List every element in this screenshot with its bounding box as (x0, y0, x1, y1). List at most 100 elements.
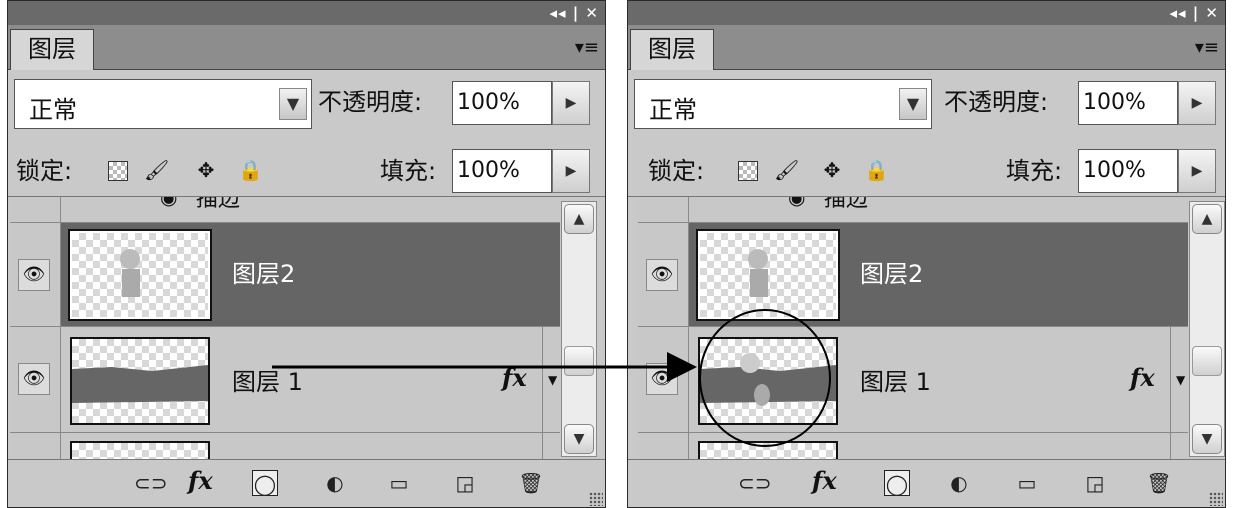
lock-transparency-icon[interactable] (738, 161, 758, 181)
layers-list: ◉ 描边 👁 图层2 👁 图层 1 fx ▼ (10, 197, 560, 459)
layer-thumbnail (698, 337, 838, 425)
layer-row-layer2[interactable]: 👁 图层2 (638, 223, 1188, 327)
layer-thumbnail (698, 441, 838, 459)
panel-menu-icon[interactable]: ▾≡ (1195, 37, 1219, 58)
blend-mode-select[interactable]: 正常 ▼ (14, 79, 312, 129)
blend-mode-select[interactable]: 正常 ▼ (634, 79, 932, 129)
visibility-eye-icon[interactable]: 👁 (18, 363, 50, 395)
layers-scrollbar[interactable]: ▲ ▼ (561, 201, 597, 457)
link-layers-icon[interactable]: ⊂⊃ (134, 470, 168, 496)
scroll-thumb[interactable] (1192, 346, 1222, 376)
fx-icon[interactable]: fx (812, 466, 837, 495)
layer-effects-fx-icon[interactable]: fx (1130, 363, 1155, 392)
add-mask-icon[interactable]: ◯ (884, 470, 910, 496)
layer-thumbnail (70, 337, 210, 425)
adjustment-layer-icon[interactable]: ◐ (946, 470, 972, 496)
trash-icon[interactable]: 🗑 (518, 470, 544, 496)
tab-strip: 图层 ▾≡ (8, 25, 605, 70)
layer-thumbnail (696, 229, 840, 321)
layers-list: ◉ 描边 👁 图层2 👁 图层 1 fx ▼ (638, 197, 1188, 459)
layer-name[interactable]: 图层2 (860, 259, 923, 289)
blend-mode-value: 正常 (29, 96, 77, 124)
ground-with-figure-icon (700, 353, 836, 406)
scroll-up-icon[interactable]: ▲ (1192, 204, 1222, 234)
fill-stepper-button[interactable]: ▶ (1178, 149, 1216, 193)
opacity-label: 不透明度: (944, 88, 1049, 116)
panel-menu-icon[interactable]: ▾≡ (575, 37, 599, 58)
fill-input[interactable]: 100% (452, 149, 552, 193)
opacity-input[interactable]: 100% (1078, 81, 1178, 125)
partial-layer-label: 描边 (196, 197, 241, 212)
scroll-thumb[interactable] (564, 346, 594, 376)
figure-icon (748, 249, 768, 297)
visibility-eye-icon[interactable]: 👁 (646, 363, 678, 395)
chevron-down-icon[interactable]: ▼ (279, 88, 307, 120)
layers-scrollbar[interactable]: ▲ ▼ (1189, 201, 1225, 457)
lock-label: 锁定: (16, 157, 73, 185)
adjustment-layer-icon[interactable]: ◐ (322, 470, 348, 496)
lock-transparency-icon[interactable] (108, 161, 128, 181)
fx-icon[interactable]: fx (188, 466, 213, 495)
opacity-label: 不透明度: (318, 88, 423, 116)
layer-row-partial-bottom[interactable] (10, 433, 560, 459)
chevron-down-icon[interactable]: ▼ (899, 88, 927, 120)
scroll-down-icon[interactable]: ▼ (1192, 424, 1222, 454)
add-mask-icon[interactable]: ◯ (252, 470, 278, 496)
layer-row-layer1[interactable]: 👁 图层 1 fx ▼ (638, 327, 1188, 433)
collapse-close-controls[interactable]: ◂◂ | ✕ (1169, 3, 1219, 23)
scroll-down-icon[interactable]: ▼ (564, 424, 594, 454)
opacity-input[interactable]: 100% (452, 81, 552, 125)
layers-panel-right: ◂◂ | ✕ 图层 ▾≡ 正常 ▼ 不透明度: 100% ▶ 锁定: 🖌 ✥ 🔒… (627, 0, 1226, 508)
fill-label: 填充: (1006, 157, 1063, 185)
opacity-stepper-button[interactable]: ▶ (1178, 81, 1216, 125)
fill-label: 填充: (380, 157, 437, 185)
collapse-close-controls[interactable]: ◂◂ | ✕ (549, 3, 599, 23)
lock-pixels-brush-icon[interactable]: 🖌 (774, 158, 799, 182)
lock-all-icon[interactable]: 🔒 (238, 158, 263, 182)
tab-layers[interactable]: 图层 (10, 29, 94, 70)
partial-layer-row[interactable]: ◉ 描边 (638, 197, 1188, 223)
layer-row-partial-bottom[interactable] (638, 433, 1188, 459)
opacity-stepper-button[interactable]: ▶ (552, 81, 590, 125)
layer-thumbnail (70, 441, 210, 459)
visibility-eye-icon[interactable]: 👁 (646, 259, 678, 291)
layer-row-layer2[interactable]: 👁 图层2 (10, 223, 560, 327)
panel-footer-toolbar: ⊂⊃ fx ◯ ◐ ▭ ◲ 🗑 (628, 459, 1225, 507)
scroll-up-icon[interactable]: ▲ (564, 204, 594, 234)
lock-all-icon[interactable]: 🔒 (864, 158, 889, 182)
fill-input[interactable]: 100% (1078, 149, 1178, 193)
new-group-icon[interactable]: ▭ (1014, 470, 1040, 496)
link-layers-icon[interactable]: ⊂⊃ (738, 470, 772, 496)
figure-icon (120, 249, 140, 297)
layer-effects-fx-icon[interactable]: fx (502, 363, 527, 392)
new-group-icon[interactable]: ▭ (386, 470, 412, 496)
blend-mode-value: 正常 (649, 96, 697, 124)
resize-grip-icon[interactable] (1209, 492, 1223, 506)
lock-position-move-icon[interactable]: ✥ (820, 158, 844, 182)
eye-icon: ◉ (160, 197, 178, 209)
expand-effects-arrow-icon[interactable]: ▼ (1176, 373, 1185, 387)
fill-stepper-button[interactable]: ▶ (552, 149, 590, 193)
panel-footer-toolbar: ⊂⊃ fx ◯ ◐ ▭ ◲ 🗑 (8, 459, 605, 507)
visibility-eye-icon[interactable]: 👁 (18, 259, 50, 291)
new-layer-icon[interactable]: ◲ (1082, 470, 1108, 496)
panel-title-bar: ◂◂ | ✕ (8, 1, 605, 25)
resize-grip-icon[interactable] (589, 492, 603, 506)
panel-title-bar: ◂◂ | ✕ (628, 1, 1225, 25)
tab-layers[interactable]: 图层 (630, 29, 714, 70)
partial-layer-label: 描边 (824, 197, 869, 212)
layer-name[interactable]: 图层2 (232, 259, 295, 289)
new-layer-icon[interactable]: ◲ (452, 470, 478, 496)
partial-layer-row[interactable]: ◉ 描边 (10, 197, 560, 223)
tab-strip: 图层 ▾≡ (628, 25, 1225, 70)
layer-name[interactable]: 图层 1 (860, 367, 931, 397)
lock-position-move-icon[interactable]: ✥ (194, 158, 218, 182)
lock-pixels-brush-icon[interactable]: 🖌 (144, 158, 169, 182)
expand-effects-arrow-icon[interactable]: ▼ (548, 373, 557, 387)
trash-icon[interactable]: 🗑 (1146, 470, 1172, 496)
ground-fill-icon (72, 365, 208, 403)
layer-row-layer1[interactable]: 👁 图层 1 fx ▼ (10, 327, 560, 433)
eye-icon: ◉ (788, 197, 806, 209)
layer-name[interactable]: 图层 1 (232, 367, 303, 397)
layer-thumbnail (68, 229, 212, 321)
